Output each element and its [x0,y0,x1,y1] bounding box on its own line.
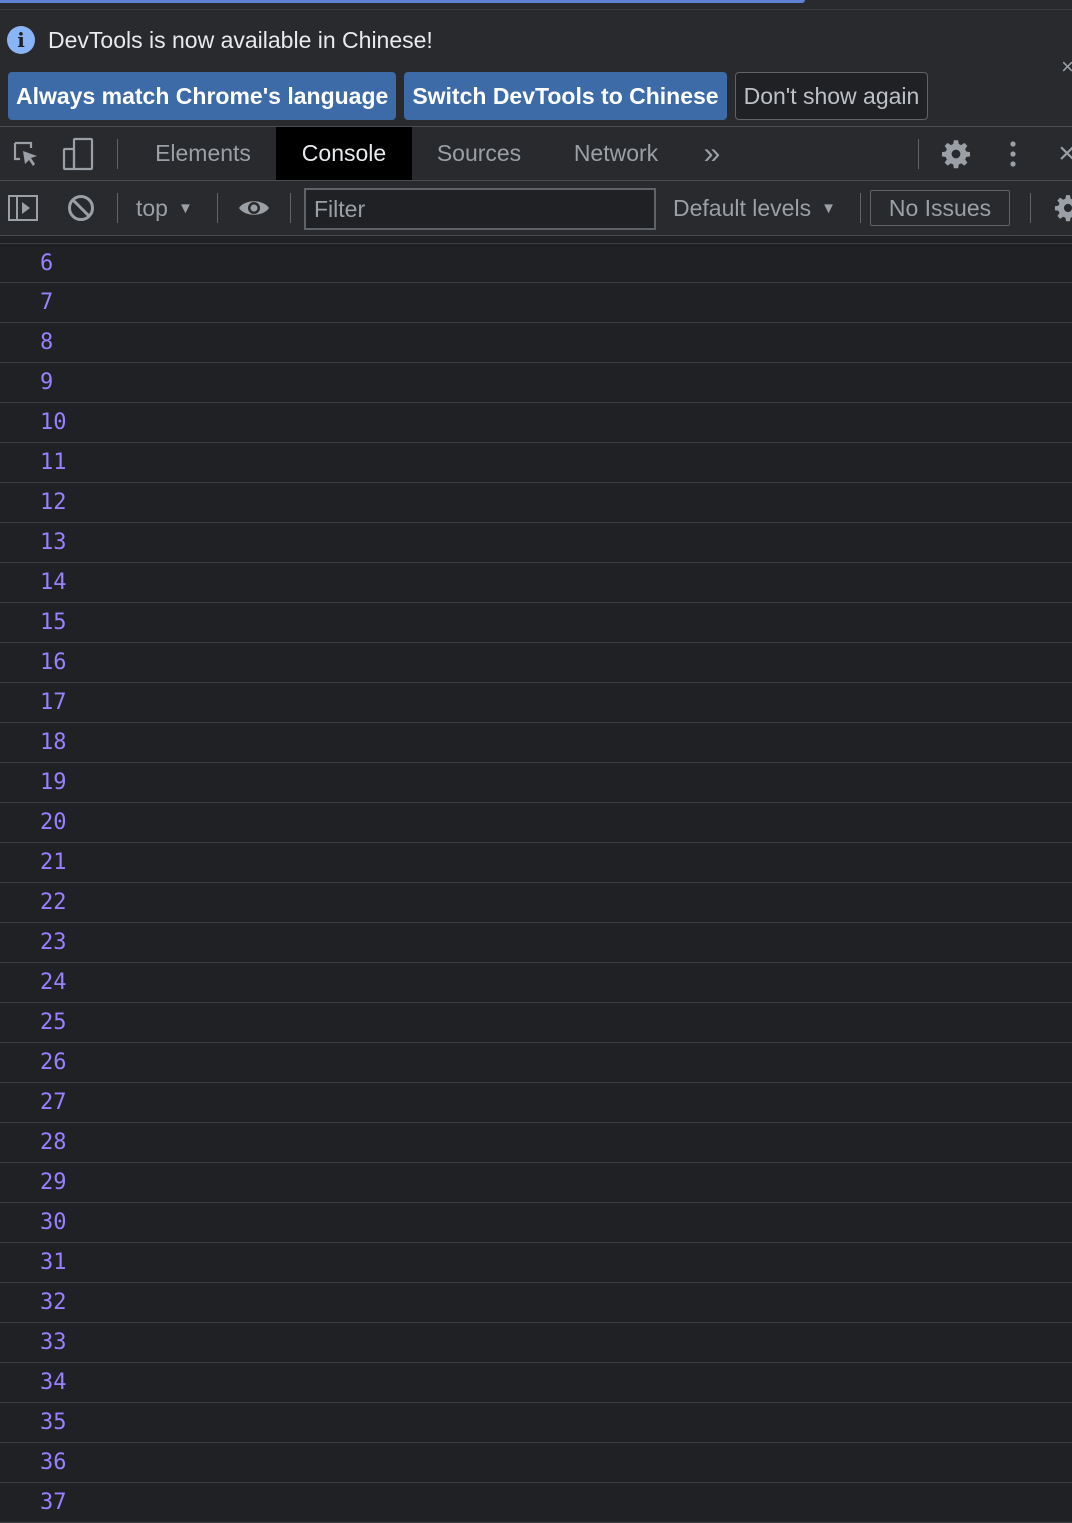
console-message-row: 34 [0,1363,1072,1403]
console-message-row: 15 [0,603,1072,643]
console-message-row: 24 [0,963,1072,1003]
console-message-row: 16 [0,643,1072,683]
context-selector-label: top [136,194,168,221]
more-options-icon[interactable] [998,127,1028,180]
log-levels-dropdown[interactable]: Default levels ▼ [673,181,836,235]
clear-console-icon-svg [68,195,94,221]
console-message-row: 29 [0,1163,1072,1203]
chevron-down-icon: ▼ [177,199,193,217]
devtools-tabbar: Elements Console Sources Network » × [0,127,1072,181]
console-message-row: 26 [0,1043,1072,1083]
console-message-row: 12 [0,483,1072,523]
filter-input[interactable] [304,188,656,230]
console-message-row: 17 [0,683,1072,723]
console-settings-gear-icon-svg [1054,195,1072,222]
console-message-row: 8 [0,323,1072,363]
dont-show-again-button[interactable]: Don't show again [734,72,929,120]
chevron-down-icon: ▼ [821,199,836,217]
device-toolbar-icon-svg [62,137,94,170]
tabbar-divider [117,139,118,169]
toolbar-divider [1030,193,1031,223]
top-edge [0,0,1072,10]
toolbar-divider [117,193,118,223]
infobar-message: DevTools is now available in Chinese! [48,26,433,53]
tab-sources[interactable]: Sources [412,127,546,180]
language-infobar: i DevTools is now available in Chinese! … [0,10,1072,127]
settings-gear-icon[interactable] [936,127,976,180]
close-devtools-icon[interactable]: × [1052,127,1072,180]
console-message-row: 13 [0,523,1072,563]
console-message-row: 36 [0,1443,1072,1483]
context-selector[interactable]: top ▼ [136,181,193,235]
clear-console-icon[interactable] [62,181,100,235]
console-message-row: 27 [0,1083,1072,1123]
issues-button[interactable]: No Issues [870,190,1010,226]
infobar-buttons: Always match Chrome's language Switch De… [8,72,936,120]
settings-gear-icon-svg [942,139,970,168]
console-message-row: 11 [0,443,1072,483]
console-message-row: 20 [0,803,1072,843]
console-message-row: 37 [0,1483,1072,1523]
infobar-message-row: i DevTools is now available in Chinese! [7,25,433,55]
console-message-row: 7 [0,283,1072,323]
console-message-row: 19 [0,763,1072,803]
sidebar-toggle-icon-svg [8,195,38,221]
inspect-element-icon[interactable] [6,127,46,180]
eye-icon-svg [239,201,269,215]
console-messages: 6 7 8 9 10 11 12 13 14 15 16 17 18 19 20 21 22 23 24 25 26 27… [0,243,1072,1523]
toolbar-divider [860,193,861,223]
console-message-row: 30 [0,1203,1072,1243]
console-message-row: 18 [0,723,1072,763]
console-message-row: 10 [0,403,1072,443]
console-message-row: 14 [0,563,1072,603]
console-message-row: 6 [0,243,1072,283]
live-expression-eye-icon[interactable] [234,181,274,235]
console-message-row: 21 [0,843,1072,883]
infobar-close-icon[interactable]: × [1061,54,1072,80]
info-icon: i [7,26,35,54]
console-message-row: 33 [0,1323,1072,1363]
toolbar-divider [290,193,291,223]
console-message-row: 31 [0,1243,1072,1283]
console-message-row: 22 [0,883,1072,923]
console-toolbar: top ▼ Default levels ▼ No Issues [0,181,1072,236]
tab-network[interactable]: Network [546,127,686,180]
console-message-row: 23 [0,923,1072,963]
more-options-icon-svg [1010,140,1016,167]
console-message-row: 35 [0,1403,1072,1443]
toolbar-divider [217,193,218,223]
sidebar-toggle-icon[interactable] [4,181,42,235]
tab-console[interactable]: Console [276,127,412,180]
inspect-element-icon-svg [13,141,37,166]
top-accent-bar [0,0,805,3]
device-toolbar-icon[interactable] [58,127,98,180]
tabbar-divider-right [918,139,919,169]
console-message-row: 32 [0,1283,1072,1323]
console-message-row: 25 [0,1003,1072,1043]
console-settings-gear-icon[interactable] [1048,181,1072,235]
more-tabs-icon[interactable]: » [690,127,734,180]
console-message-row: 28 [0,1123,1072,1163]
console-message-row: 9 [0,363,1072,403]
tab-elements[interactable]: Elements [130,127,276,180]
log-levels-label: Default levels [673,194,812,221]
switch-to-chinese-button[interactable]: Switch DevTools to Chinese [404,72,727,120]
match-chrome-language-button[interactable]: Always match Chrome's language [8,72,397,120]
